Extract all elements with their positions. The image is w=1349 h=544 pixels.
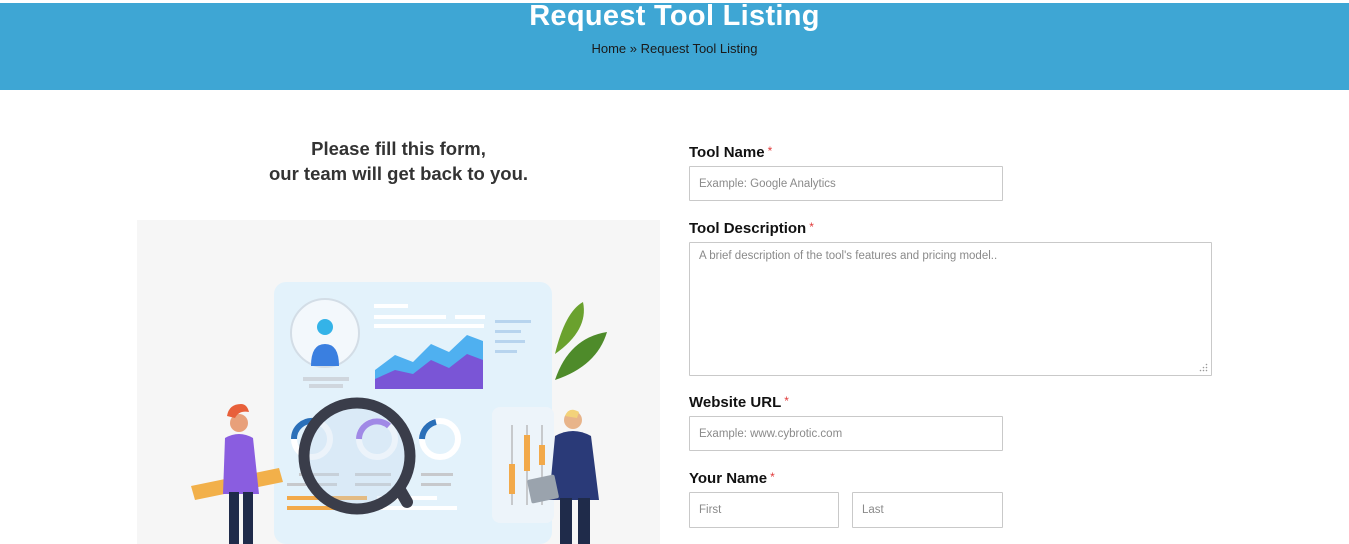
tool-name-label: Tool Name * — [689, 144, 772, 161]
breadcrumb-current: Request Tool Listing — [640, 41, 758, 56]
page-title: Request Tool Listing — [529, 0, 820, 32]
illustration-graphic — [191, 282, 607, 544]
last-name-input[interactable] — [852, 492, 1003, 528]
breadcrumb-separator: » — [629, 41, 638, 56]
your-name-label-text: Your Name — [689, 470, 768, 487]
your-name-label: Your Name * — [689, 470, 775, 487]
analytics-illustration — [137, 220, 660, 544]
website-url-label: Website URL * — [689, 394, 789, 411]
required-asterisk: * — [770, 470, 775, 484]
form-intro-text: Please fill this form, our team will get… — [137, 136, 660, 186]
first-name-input[interactable] — [689, 492, 839, 528]
website-url-input[interactable] — [689, 416, 1003, 451]
required-asterisk: * — [767, 144, 773, 158]
intro-line-1: Please fill this form, — [311, 138, 486, 159]
resize-grip-icon[interactable] — [1199, 363, 1208, 372]
intro-line-2: our team will get back to you. — [268, 163, 529, 184]
tool-description-textarea[interactable] — [689, 242, 1212, 376]
required-asterisk: * — [784, 394, 789, 408]
tool-description-label-text: Tool Description — [689, 220, 807, 237]
required-asterisk: * — [809, 220, 814, 234]
website-url-label-text: Website URL — [689, 394, 782, 411]
breadcrumb-home-link[interactable]: Home — [591, 41, 626, 56]
tool-name-label-text: Tool Name — [689, 144, 765, 161]
tool-description-label: Tool Description * — [689, 220, 814, 237]
tool-name-input[interactable] — [689, 166, 1003, 201]
page-header-banner: Request Tool Listing Home » Request Tool… — [0, 0, 1349, 90]
breadcrumb: Home » Request Tool Listing — [0, 41, 1349, 56]
